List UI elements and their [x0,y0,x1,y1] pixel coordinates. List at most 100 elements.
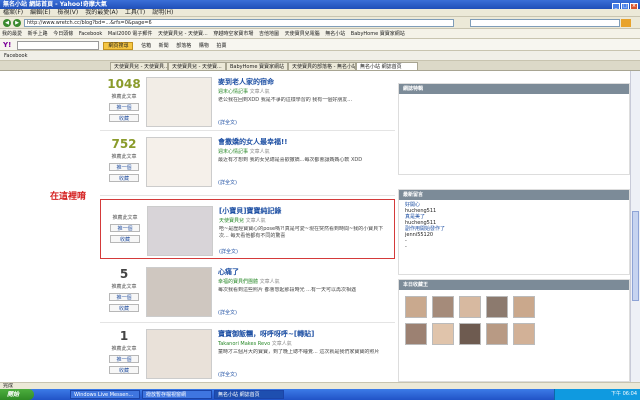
post-title[interactable]: 心痛了 [218,267,390,277]
avatar[interactable] [432,296,454,318]
collect-button[interactable]: 收藏 [109,114,139,122]
recommend-label: 推薦此文章 [111,154,137,160]
vertical-scrollbar[interactable] [630,71,640,382]
taskbar-item[interactable]: 無名小站 網誌首頁 [214,390,284,399]
post-thumbnail[interactable] [147,206,213,256]
bookmark-item[interactable]: 無名小站 [325,29,345,38]
search-input[interactable] [470,19,620,27]
bookmark-item[interactable]: 今日頭條 [53,29,73,38]
menu-view[interactable]: 檢視(V) [57,9,78,16]
scrollbar-thumb[interactable] [632,211,639,301]
yahoo-item[interactable]: 拍賣 [217,43,227,49]
post-category[interactable]: 週末心情記事 [218,89,248,95]
yahoo-item[interactable]: 部落格 [176,43,191,49]
read-more-link[interactable]: (詳全文) [218,179,390,186]
tab-1[interactable]: 天使寶貝兒 - 天使寶貝... [110,62,168,70]
forward-icon[interactable]: ▶ [13,19,21,27]
menu-edit[interactable]: 編輯(E) [30,9,50,16]
start-button[interactable]: 開始 [0,389,34,400]
collect-button[interactable]: 收藏 [109,366,139,374]
back-icon[interactable]: ◀ [3,19,11,27]
avatar[interactable] [459,323,481,345]
yahoo-item[interactable]: 信箱 [141,43,151,49]
page-content: 在這裡唷 1048 推薦此文章 推一個 收藏 麥到老人家的宿命 週末心情記事 文… [0,71,640,382]
navigation-bar: ◀ ▶ http://www.wretch.cc/blog?bd=...&rfs… [0,17,640,29]
recommend-button[interactable]: 推一個 [109,355,139,363]
search-icon[interactable] [621,19,631,27]
post-category[interactable]: 幸福的寶貝們團體 [218,279,258,285]
avatar[interactable] [459,296,481,318]
bookmark-item[interactable]: Mail2000 電子郵件 [108,29,152,38]
clock[interactable]: 下午 06:04 [611,391,637,397]
recommend-box: 5 推薦此文章 推一個 收藏 [106,267,142,312]
read-more-link[interactable]: (詳全文) [218,371,390,378]
avatar[interactable] [486,323,508,345]
window-titlebar: 無名小站 網誌首頁 - Yahoo!奇摩大氣 _ □ × [0,0,640,9]
tab-2[interactable]: 天使寶貝兒 - 天使寶... [168,62,226,70]
post-category[interactable]: 天使寶貝兒 [219,218,244,224]
avatar[interactable] [432,323,454,345]
bookmark-item[interactable]: Facebook [79,29,103,38]
recommend-count: 1048 [107,77,141,91]
recommend-box: 1048 推薦此文章 推一個 收藏 [106,77,142,122]
avatar[interactable] [405,323,427,345]
avatar[interactable] [513,296,535,318]
comment-text: - [405,244,407,250]
comment-user[interactable]: jenni55120 [405,232,433,238]
status-bar: 完成 [0,382,640,389]
bookmarks-bar: 我的最愛 新手上路 今日頭條 Facebook Mail2000 電子郵件 天使… [0,29,640,39]
post-title[interactable]: 寶寶御飯糰，呀呼呀呼~[轉貼] [218,329,390,339]
post-title[interactable]: 麥到老人家的宿命 [218,77,390,87]
taskbar-item[interactable]: Windows Live Messen... [70,390,140,399]
recommend-button[interactable]: 推一個 [110,224,140,232]
list-item: 1048 推薦此文章 推一個 收藏 麥到老人家的宿命 週末心情記事 文章人氣 老… [100,71,395,131]
tab-4[interactable]: 天使寶貝的部落格 - 無名小站 [288,62,356,70]
post-excerpt: 最近有才想到 我的女兒總是喜歡撒嬌...每次都會讓媽媽心軟 XDD [218,157,363,163]
yahoo-search-input[interactable] [16,41,99,50]
bookmark-item[interactable]: 天使寶貝兒 - 天使寶... [158,29,208,38]
avatar-grid [399,290,629,351]
yahoo-item[interactable]: 新聞 [159,43,169,49]
menu-file[interactable]: 檔案(F) [3,9,23,16]
menu-tools[interactable]: 工具(T) [125,9,145,16]
recommend-label: 推薦此文章 [112,215,138,221]
yahoo-item[interactable]: 購物 [199,43,209,49]
yahoo-search-button[interactable]: 網頁搜尋 [103,41,134,50]
collect-button[interactable]: 收藏 [109,304,139,312]
read-more-link[interactable]: (詳全文) [218,119,390,126]
recommend-box: 1 推薦此文章 推一個 收藏 [106,329,142,374]
post-author: 文章人氣 [271,341,292,347]
post-thumbnail[interactable] [146,329,212,379]
post-title[interactable]: 會撒嬌的女人最幸福!! [218,137,390,147]
recommend-button[interactable]: 推一個 [109,293,139,301]
post-title[interactable]: [小寶貝]寶寶純記錄 [219,206,391,216]
facebook-link[interactable]: Facebook [4,53,28,59]
recommend-button[interactable]: 推一個 [109,103,139,111]
collect-button[interactable]: 收藏 [110,235,140,243]
bookmark-item[interactable]: 天使寶貝兒電腦 [285,29,320,38]
post-author: 文章人氣 [249,149,270,155]
taskbar-item[interactable]: 撥放暫存檔視窗網 [142,390,212,399]
post-thumbnail[interactable] [146,137,212,187]
post-category[interactable]: Takanori Makes Revo [218,341,270,347]
recommend-button[interactable]: 推一個 [109,163,139,171]
avatar[interactable] [405,296,427,318]
post-thumbnail[interactable] [146,267,212,317]
post-thumbnail[interactable] [146,77,212,127]
collect-button[interactable]: 收藏 [109,174,139,182]
bookmark-item[interactable]: 吉他地圖 [259,29,279,38]
read-more-link[interactable]: (詳全文) [218,309,390,316]
bookmark-item[interactable]: 我的最愛 [2,29,22,38]
menu-help[interactable]: 說明(H) [152,9,173,16]
bookmark-item[interactable]: 新手上路 [28,29,48,38]
post-category[interactable]: 週末心情記事 [218,149,248,155]
address-input[interactable]: http://www.wretch.cc/blog?bd=...&rfs=0&p… [24,19,454,27]
bookmark-item[interactable]: BabyHome 寶寶家網站 [351,29,405,38]
tab-5[interactable]: 無名小站 網誌首頁 [356,62,418,70]
tab-3[interactable]: BabyHome 寶寶家網站 [226,62,288,70]
read-more-link[interactable]: (詳全文) [219,248,391,255]
menu-favorites[interactable]: 我的最愛(A) [85,9,118,16]
avatar[interactable] [513,323,535,345]
bookmark-item[interactable]: 穿越時空家寶市場 [213,29,253,38]
avatar[interactable] [486,296,508,318]
